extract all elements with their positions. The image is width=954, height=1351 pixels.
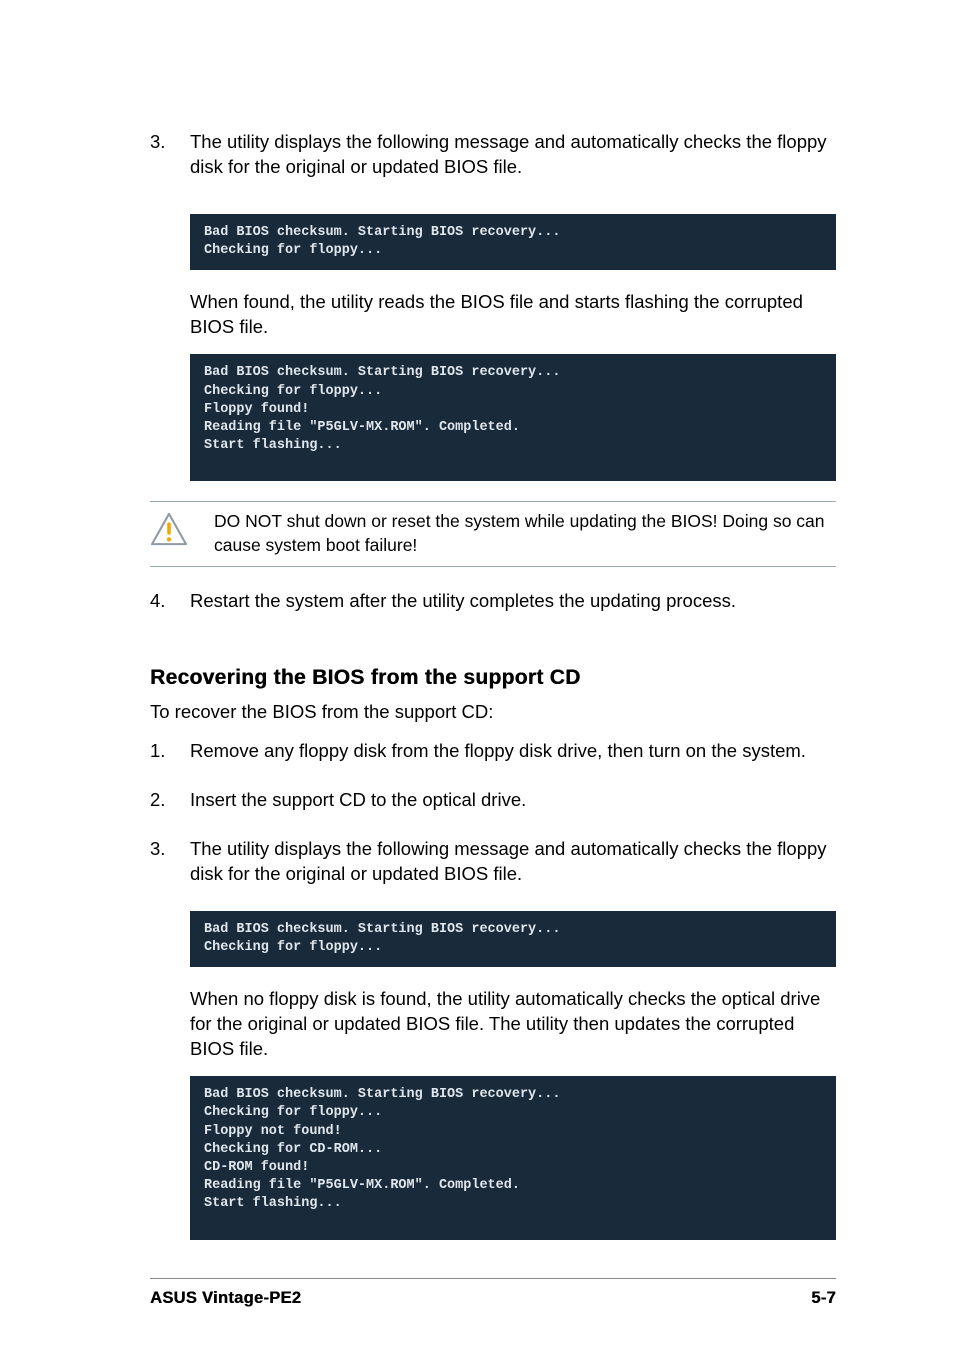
callout-warning: DO NOT shut down or reset the system whi… xyxy=(150,501,836,566)
callout-row: DO NOT shut down or reset the system whi… xyxy=(150,502,836,565)
cd-step-2-body: Insert the support CD to the optical dri… xyxy=(190,788,836,829)
code-block-1: Bad BIOS checksum. Starting BIOS recover… xyxy=(190,214,836,270)
code-block-4: Bad BIOS checksum. Starting BIOS recover… xyxy=(190,1076,836,1240)
cd-step-2-number: 2. xyxy=(150,788,190,829)
step-3-body: The utility displays the following messa… xyxy=(190,130,836,196)
cd-step-3: 3. The utility displays the following me… xyxy=(150,837,836,903)
callout-rule-bottom xyxy=(150,566,836,567)
footer-row: ASUS Vintage-PE2 5-7 xyxy=(150,1287,836,1309)
step-3-text: The utility displays the following messa… xyxy=(190,130,836,180)
found-paragraph: When found, the utility reads the BIOS f… xyxy=(190,290,836,340)
footer-page-number: 5-7 xyxy=(811,1287,836,1309)
cd-step-1-number: 1. xyxy=(150,739,190,780)
cd-step-3-body: The utility displays the following messa… xyxy=(190,837,836,903)
step-4-text: Restart the system after the utility com… xyxy=(190,589,836,614)
cd-step-2: 2. Insert the support CD to the optical … xyxy=(150,788,836,829)
code-block-3: Bad BIOS checksum. Starting BIOS recover… xyxy=(190,911,836,967)
step-3-number: 3. xyxy=(150,130,190,196)
footer-rule xyxy=(150,1278,836,1279)
footer-product: ASUS Vintage-PE2 xyxy=(150,1287,301,1309)
no-floppy-paragraph: When no floppy disk is found, the utilit… xyxy=(190,987,836,1062)
cd-step-1-text: Remove any floppy disk from the floppy d… xyxy=(190,739,836,764)
step-4: 4. Restart the system after the utility … xyxy=(150,589,836,630)
page-footer: ASUS Vintage-PE2 5-7 xyxy=(150,1278,836,1309)
step-4-number: 4. xyxy=(150,589,190,630)
section-heading-recover-cd: Recovering the BIOS from the support CD xyxy=(150,664,836,692)
cd-step-1-body: Remove any floppy disk from the floppy d… xyxy=(190,739,836,780)
cd-step-3-number: 3. xyxy=(150,837,190,903)
code-block-2: Bad BIOS checksum. Starting BIOS recover… xyxy=(190,354,836,481)
cd-step-1: 1. Remove any floppy disk from the flopp… xyxy=(150,739,836,780)
cd-step-2-text: Insert the support CD to the optical dri… xyxy=(190,788,836,813)
cd-intro-line: To recover the BIOS from the support CD: xyxy=(150,700,836,725)
warning-icon-cell xyxy=(150,510,210,546)
cd-step-3-text: The utility displays the following messa… xyxy=(190,837,836,887)
callout-text: DO NOT shut down or reset the system whi… xyxy=(210,510,836,557)
step-3: 3. The utility displays the following me… xyxy=(150,130,836,196)
warning-icon xyxy=(150,512,188,546)
step-4-body: Restart the system after the utility com… xyxy=(190,589,836,630)
cd-steps-list: 1. Remove any floppy disk from the flopp… xyxy=(150,739,836,903)
